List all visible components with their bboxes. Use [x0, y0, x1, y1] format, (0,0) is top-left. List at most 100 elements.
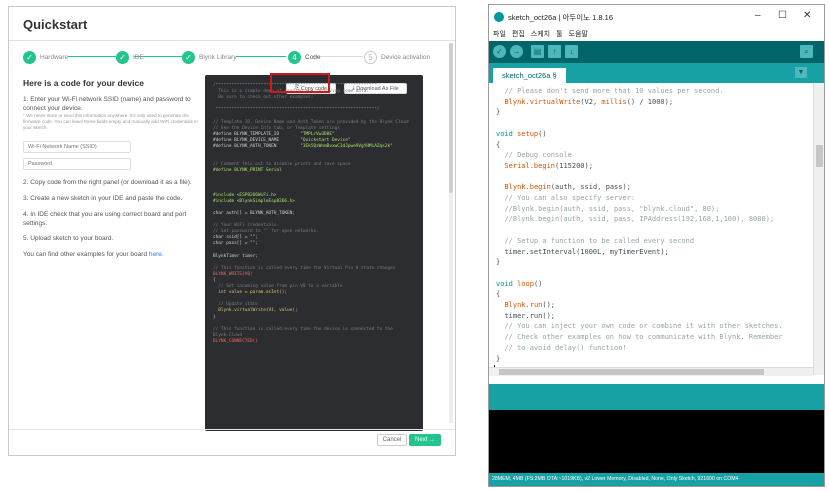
code-line: timer.setInterval(1000L, myTimerEvent);	[496, 247, 669, 256]
code-token: Blynk	[496, 301, 526, 310]
tab-menu-icon[interactable]: ▼	[795, 67, 807, 78]
code-line: }	[213, 314, 216, 320]
editor-vertical-scrollbar[interactable]	[813, 83, 824, 375]
scrollbar-thumb[interactable]	[499, 369, 764, 375]
code-line: // Template ID, Device Name and Auth Tok…	[213, 119, 409, 125]
next-button[interactable]: Next →	[409, 434, 441, 446]
serial-monitor-icon[interactable]: ⌕	[800, 45, 813, 58]
new-sketch-icon[interactable]: ▤	[531, 45, 544, 58]
code-line: {	[213, 278, 216, 283]
code-line: {	[496, 140, 501, 149]
close-icon[interactable]: ✕	[803, 10, 811, 21]
code-line: int value = param.asInt();	[213, 290, 288, 296]
code-panel: ⎘ Copy code ⤓ Download As File /********…	[205, 75, 423, 431]
code-token: void	[496, 129, 513, 138]
menu-edit[interactable]: 편집	[512, 29, 525, 41]
code-token: (115200);	[555, 161, 593, 170]
scrollbar-thumb[interactable]	[449, 43, 453, 193]
code-line: ****************************************…	[213, 107, 380, 113]
open-sketch-icon[interactable]: ↑	[548, 45, 561, 58]
examples-prefix: You can find other examples for your boa…	[23, 251, 149, 258]
menu-bar: 파일 편집 스케치 툴 도움말	[489, 29, 824, 41]
code-line: // Debug console	[496, 151, 572, 160]
code-line: // This function is called every time th…	[213, 265, 396, 271]
code-line: BLYNK_CONNECTED()	[213, 338, 258, 344]
code-line: BLYNK_WRITE(V0)	[213, 271, 253, 277]
code-line: #define BLYNK_AUTH_TOKEN	[213, 143, 277, 149]
code-line: // You can inject your own code or combi…	[496, 322, 783, 331]
stepper: ✓ Hardware ✓ IDE ✓ Blynk Library 4 Code …	[23, 49, 448, 65]
board-status-bar: 28MEM, 4MB (FS:2MB OTA:~1019KB), v2 Lowe…	[489, 473, 824, 486]
examples-link[interactable]: here.	[149, 251, 164, 258]
code-line: #define BLYNK_PRINT Serial	[213, 168, 282, 174]
section-heading: Here is a code for your device	[23, 78, 144, 88]
step-label: Blynk Library	[199, 53, 237, 61]
code-line: #include <BlynkSimpleEsp8266.h>	[213, 198, 295, 204]
check-icon: ✓	[23, 50, 36, 64]
password-input[interactable]	[23, 158, 131, 170]
screenshot-root: Quickstart ✓ Hardware ✓ IDE ✓ Blynk Libr…	[0, 0, 829, 491]
code-line: // Set incoming value from pin V0 to a v…	[213, 284, 343, 290]
code-line: // Setup a function to be called every s…	[496, 236, 695, 245]
code-token: loop	[512, 279, 534, 288]
code-line: char pass[] = "";	[213, 241, 258, 247]
code-line: Blynk.Cloud	[213, 332, 243, 338]
step-ide[interactable]: ✓ IDE	[116, 49, 144, 65]
code-token: ()	[533, 279, 543, 288]
step-device-activation[interactable]: 5 Device activation	[364, 49, 430, 65]
code-line: // See the Device Info tab, or Template …	[213, 125, 340, 131]
instruction-step-3: 3. Create a new sketch in your IDE and p…	[23, 195, 183, 202]
examples-text: You can find other examples for your boa…	[23, 250, 205, 259]
code-line: BlynkTimer timer;	[213, 253, 258, 259]
step-label: Code	[305, 53, 321, 61]
code-line: // Check other examples on how to commun…	[496, 333, 783, 342]
code-line: //Blynk.begin(auth, ssid, pass, IPAddres…	[496, 215, 775, 224]
verify-icon[interactable]: ✓	[493, 45, 506, 58]
code-line: char ssid[] = "";	[213, 235, 258, 241]
vertical-scrollbar[interactable]	[449, 43, 453, 423]
menu-sketch[interactable]: 스케치	[531, 29, 550, 41]
step-code[interactable]: 4 Code	[288, 49, 321, 65]
code-line: // Comment this out to disable prints an…	[213, 162, 351, 168]
quickstart-dialog: Quickstart ✓ Hardware ✓ IDE ✓ Blynk Libr…	[8, 6, 456, 456]
step-number: 5	[364, 50, 377, 64]
code-line: Blynk.virtualWrite(V1, value);	[213, 308, 298, 314]
code-token: .run	[525, 301, 543, 310]
privacy-note: * We never store or send this informatio…	[23, 113, 198, 130]
step-label: Device activation	[381, 53, 431, 61]
check-icon: ✓	[182, 50, 195, 64]
minimize-icon[interactable]: –	[755, 10, 761, 21]
code-line: #include <ESP8266WiFi.h>	[213, 192, 277, 198]
menu-help[interactable]: 도움말	[569, 29, 588, 41]
code-token: () / 1000);	[626, 97, 674, 106]
code-editor[interactable]: // Please don't send more that 10 values…	[489, 83, 813, 375]
arduino-logo-icon	[494, 12, 504, 22]
title-bar: sketch_oct26a | 아두이노 1.8.16 – ☐ ✕	[489, 5, 824, 29]
step-blynk-library[interactable]: ✓ Blynk Library	[182, 49, 237, 65]
menu-file[interactable]: 파일	[493, 29, 506, 41]
code-token: Serial	[496, 161, 530, 170]
code-line: }	[496, 354, 501, 363]
maximize-icon[interactable]: ☐	[778, 10, 787, 21]
step-connector	[68, 56, 116, 57]
sketch-code: // Please don't send more that 10 values…	[496, 86, 783, 364]
ssid-input[interactable]	[23, 141, 131, 153]
code-token: (auth, ssid, pass);	[550, 183, 631, 192]
message-area	[489, 384, 824, 410]
code-value: "TMPLrVw3D8E"	[300, 131, 335, 137]
footer-divider	[9, 429, 455, 430]
code-token: (V2,	[580, 97, 602, 106]
step-hardware[interactable]: ✓ Hardware	[23, 49, 68, 65]
upload-icon[interactable]: →	[510, 45, 523, 58]
code-line: char auth[] = BLYNK_AUTH_TOKEN;	[213, 210, 295, 216]
menu-tools[interactable]: 툴	[556, 29, 562, 41]
save-sketch-icon[interactable]: ↓	[565, 45, 578, 58]
toolbar: ✓ → ▤ ↑ ↓ ⌕	[489, 41, 824, 63]
dialog-title: Quickstart	[23, 17, 88, 32]
cancel-button[interactable]: Cancel	[377, 434, 407, 446]
tab-sketch[interactable]: sketch_oct26a §	[493, 68, 566, 83]
scrollbar-thumb[interactable]	[816, 145, 823, 167]
editor-horizontal-scrollbar[interactable]	[489, 367, 813, 376]
code-line: // Please don't send more that 10 values…	[496, 87, 724, 95]
code-token: setup	[512, 129, 539, 138]
